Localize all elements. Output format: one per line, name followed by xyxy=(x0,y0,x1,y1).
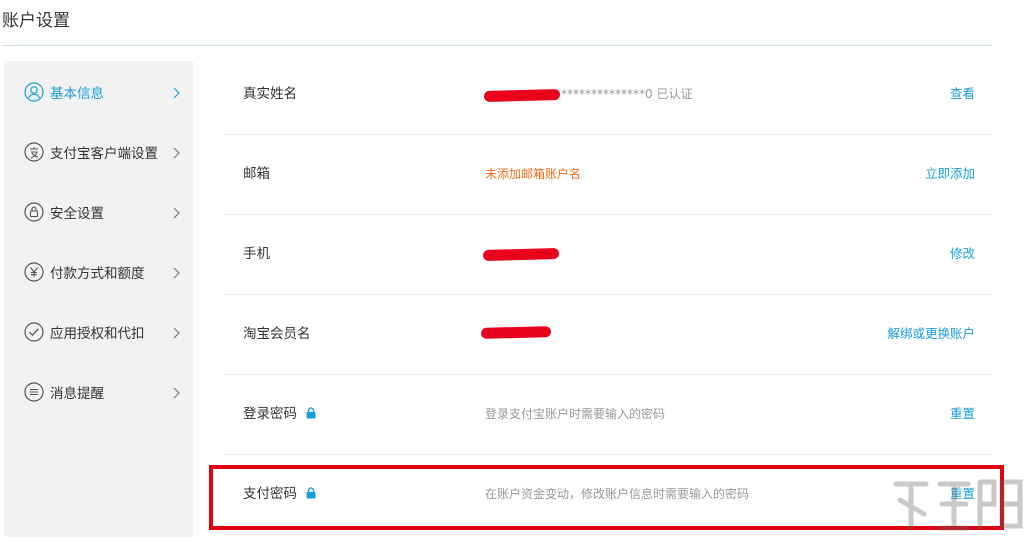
sidebar-item-label: 安全设置 xyxy=(50,206,104,222)
yen-icon xyxy=(24,262,44,282)
sidebar-item-alipay-client[interactable]: 支付宝客户端设置 xyxy=(4,132,193,172)
redaction-mark xyxy=(482,248,560,261)
watermark-logo xyxy=(890,470,1026,534)
sidebar-item-label: 支付宝客户端设置 xyxy=(50,146,158,162)
email-value: 未添加邮箱账户名 xyxy=(485,167,582,181)
row-phone: 手机 修改 xyxy=(223,214,993,295)
page-title: 账户设置 xyxy=(2,11,70,31)
chevron-right-icon xyxy=(172,145,182,159)
row-label: 真实姓名 xyxy=(243,86,297,102)
row-label: 淘宝会员名 xyxy=(243,326,311,342)
chevron-right-icon xyxy=(172,325,182,339)
sidebar-item-notifications[interactable]: 消息提醒 xyxy=(4,372,193,412)
sidebar-item-app-authorization[interactable]: 应用授权和代扣 xyxy=(4,312,193,352)
lock-icon xyxy=(306,407,316,419)
redaction-mark xyxy=(480,326,552,339)
alipay-client-icon xyxy=(24,142,44,162)
lock-icon xyxy=(24,202,44,222)
sidebar: 基本信息 支付宝客户端设置 安全设置 付款方式和额度 应用授权和代扣 消息提醒 xyxy=(4,61,193,537)
check-circle-icon xyxy=(24,322,44,342)
modify-link[interactable]: 修改 xyxy=(950,214,975,294)
row-taobao-member: 淘宝会员名 解绑或更换账户 xyxy=(223,294,993,375)
sidebar-item-label: 付款方式和额度 xyxy=(50,266,145,282)
row-label: 手机 xyxy=(243,246,270,262)
sidebar-item-label: 应用授权和代扣 xyxy=(50,326,145,342)
message-icon xyxy=(24,382,44,402)
highlight-annotation-box xyxy=(209,465,1004,530)
unbind-account-link[interactable]: 解绑或更换账户 xyxy=(887,294,975,374)
chevron-right-icon xyxy=(172,205,182,219)
redaction-mark xyxy=(483,89,561,102)
row-label: 登录密码 xyxy=(243,374,316,454)
real-name-value: **************0 已认证 xyxy=(561,87,693,101)
chevron-right-icon xyxy=(172,85,182,99)
row-label: 邮箱 xyxy=(243,166,270,182)
sidebar-item-security[interactable]: 安全设置 xyxy=(4,192,193,232)
row-login-password: 登录密码 登录支付宝账户时需要输入的密码 重置 xyxy=(223,374,993,455)
reset-login-password-link[interactable]: 重置 xyxy=(950,374,975,454)
chevron-right-icon xyxy=(172,385,182,399)
sidebar-item-payment-methods[interactable]: 付款方式和额度 xyxy=(4,252,193,292)
sidebar-item-label: 消息提醒 xyxy=(50,386,104,402)
sidebar-item-label: 基本信息 xyxy=(50,86,104,102)
row-real-name: 真实姓名 **************0 已认证 查看 xyxy=(223,54,993,135)
title-divider xyxy=(2,45,993,46)
row-email: 邮箱 未添加邮箱账户名 立即添加 xyxy=(223,134,993,215)
chevron-right-icon xyxy=(172,265,182,279)
user-icon xyxy=(24,82,44,102)
view-link[interactable]: 查看 xyxy=(950,54,975,134)
login-password-desc: 登录支付宝账户时需要输入的密码 xyxy=(485,407,666,421)
sidebar-item-basic-info[interactable]: 基本信息 xyxy=(4,72,193,112)
add-email-link[interactable]: 立即添加 xyxy=(925,134,975,214)
